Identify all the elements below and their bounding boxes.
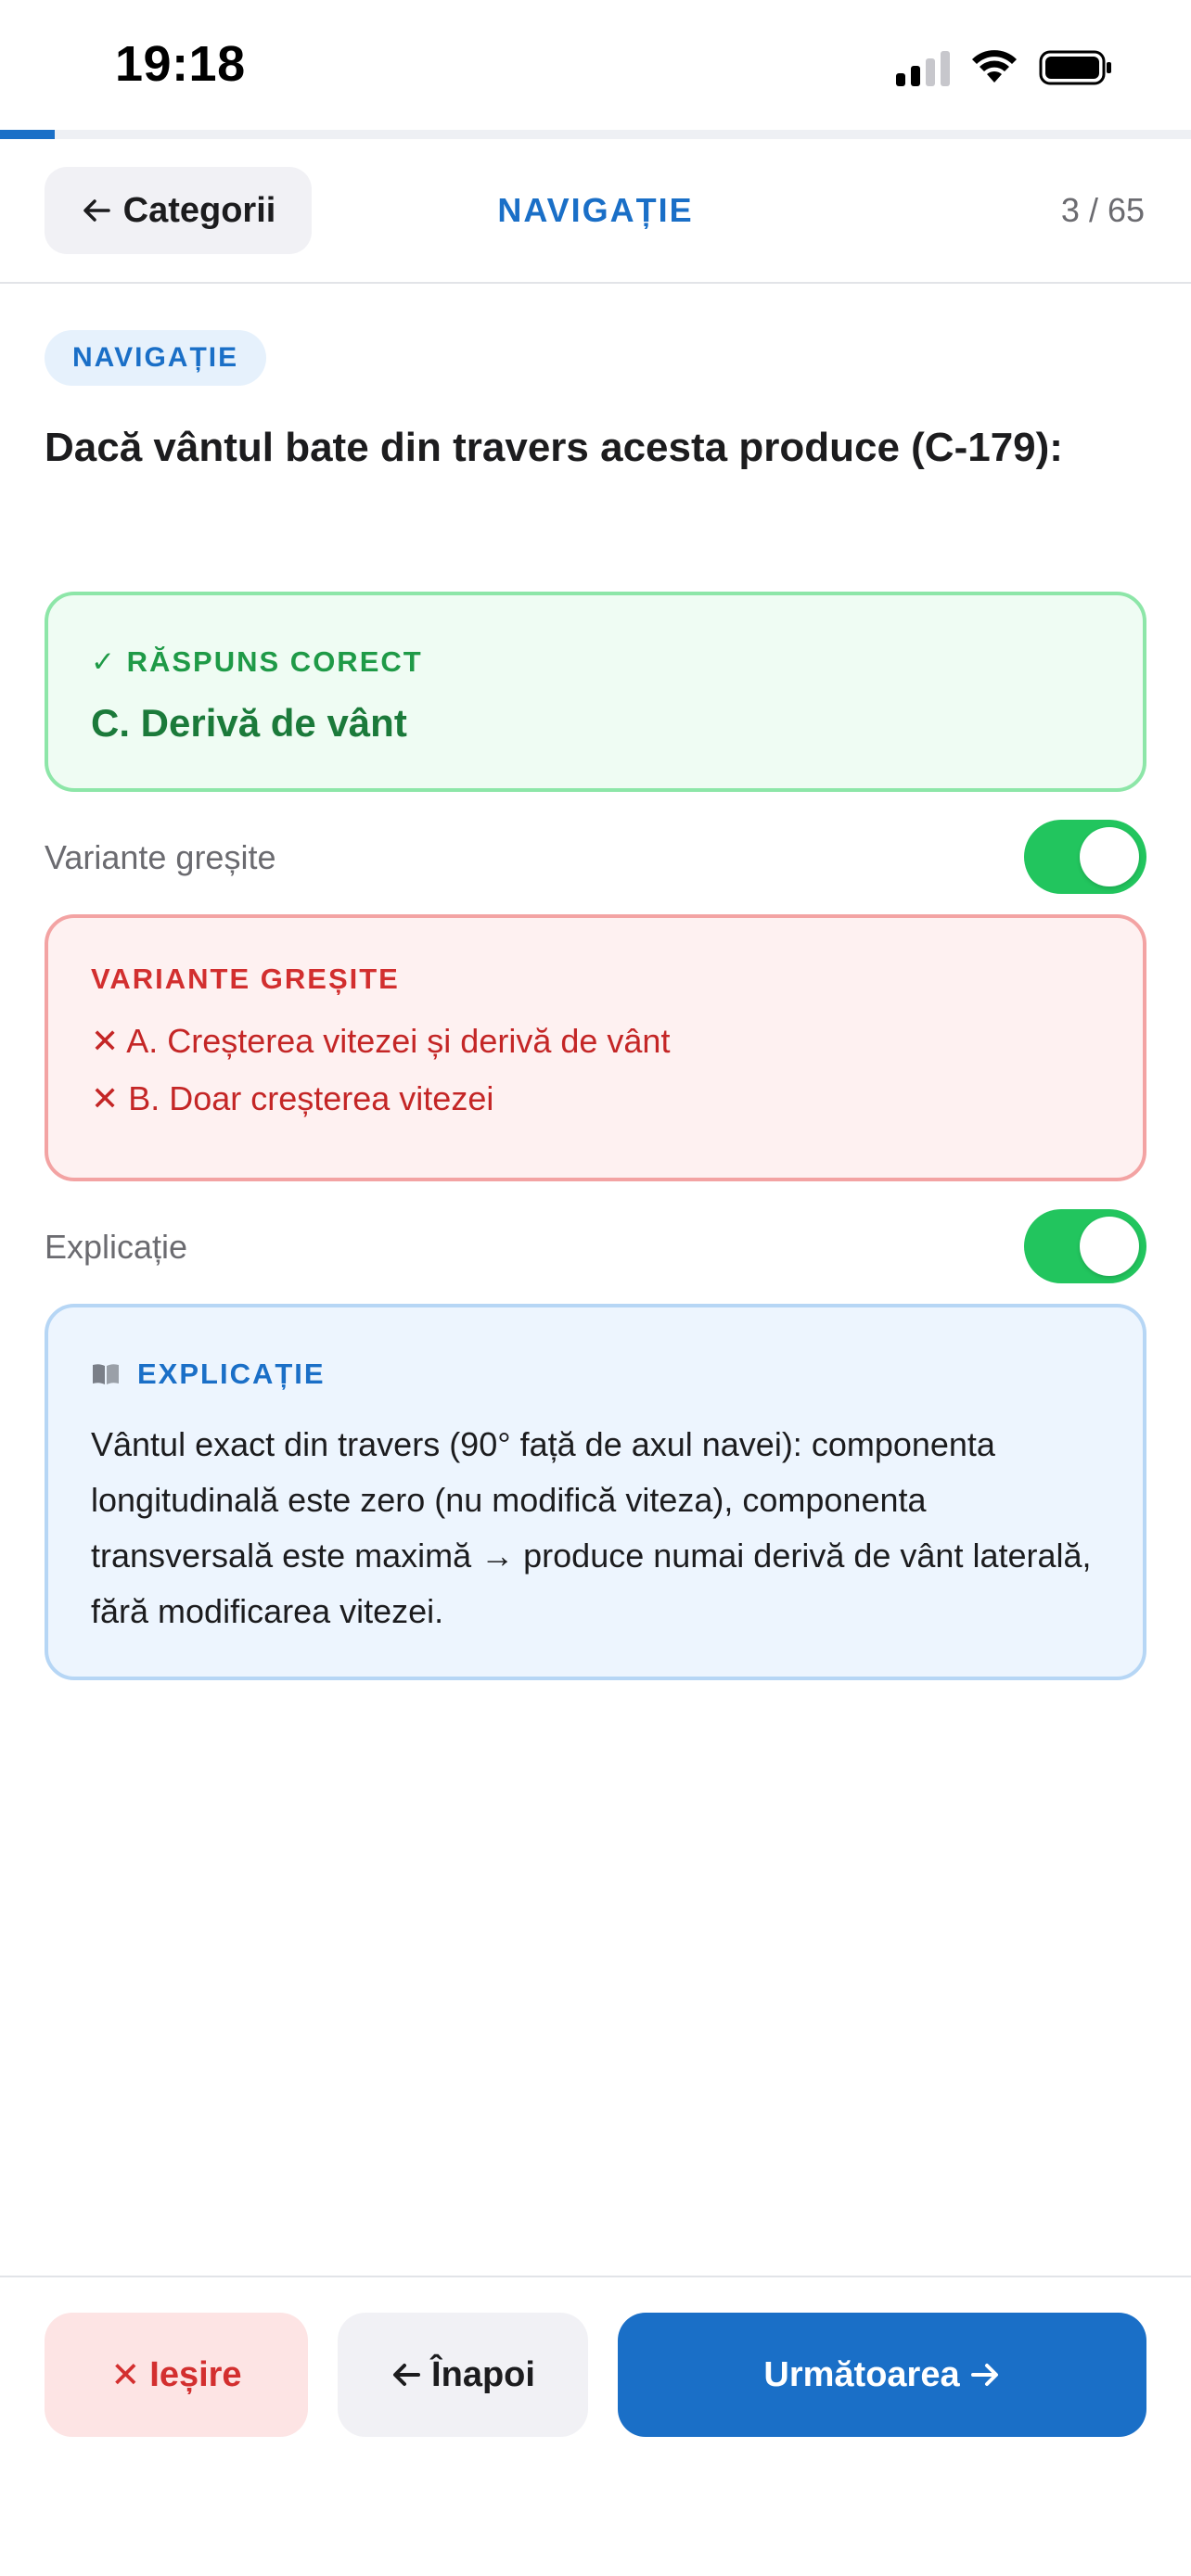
explanation-toggle-row: Explicație <box>45 1209 1146 1283</box>
cellular-signal-icon <box>896 49 950 86</box>
wrong-answer-item: ✕ A. Creșterea vitezei și derivă de vânt <box>91 1022 670 1061</box>
explanation-header: EXPLICAȚIE <box>91 1358 326 1391</box>
bottom-action-bar: ✕ Ieșire Înapoi Următoarea <box>0 2276 1191 2576</box>
explanation-toggle[interactable] <box>1024 1209 1146 1283</box>
wrong-answer-item: ✕ B. Doar creșterea vitezei <box>91 1079 493 1118</box>
next-label: Următoarea <box>763 2354 960 2394</box>
correct-answer-header: ✓ RĂSPUNS CORECT <box>91 645 423 679</box>
wrong-answers-toggle-row: Variante greșite <box>45 820 1146 894</box>
explanation-label: EXPLICAȚIE <box>137 1358 326 1390</box>
correct-answer-text: C. Derivă de vânt <box>91 701 407 745</box>
next-button[interactable]: Următoarea <box>618 2313 1146 2437</box>
cross-icon: ✕ <box>91 1079 120 1117</box>
arrow-right-icon <box>970 2364 998 2386</box>
header: Categorii NAVIGAȚIE 3 / 65 <box>0 139 1191 284</box>
wrong-answer-text: B. Doar creșterea vitezei <box>128 1079 494 1117</box>
page-title: NAVIGAȚIE <box>497 191 694 229</box>
question-counter: 3 / 65 <box>1060 191 1145 229</box>
arrow-left-icon <box>393 2364 421 2386</box>
category-badge: NAVIGAȚIE <box>45 330 267 386</box>
explanation-text: Vântul exact din travers (90° față de ax… <box>91 1425 1092 1630</box>
status-icons <box>896 46 1113 89</box>
correct-answer-card: ✓ RĂSPUNS CORECT C. Derivă de vânt <box>45 592 1146 792</box>
battery-icon <box>1039 50 1111 85</box>
wrong-answers-card: VARIANTE GREȘITE ✕ A. Creșterea vitezei … <box>45 914 1146 1181</box>
question-text: Dacă vântul bate din travers acesta prod… <box>45 425 1063 470</box>
wrong-answers-toggle[interactable] <box>1024 820 1146 894</box>
previous-button[interactable]: Înapoi <box>338 2313 588 2437</box>
wrong-answers-toggle-label: Variante greșite <box>45 838 276 876</box>
correct-answer-label: RĂSPUNS CORECT <box>126 645 423 678</box>
exit-button[interactable]: ✕ Ieșire <box>45 2313 308 2437</box>
book-icon <box>93 1364 119 1384</box>
toggle-knob <box>1080 827 1139 886</box>
cross-icon: ✕ <box>91 1022 120 1060</box>
previous-label: Înapoi <box>431 2354 535 2394</box>
progress-bar <box>0 130 1191 139</box>
exit-label: Ieșire <box>149 2354 242 2394</box>
wrong-answers-label: VARIANTE GREȘITE <box>91 963 400 995</box>
explanation-toggle-label: Explicație <box>45 1228 188 1266</box>
wifi-icon <box>972 50 1017 83</box>
explanation-card: EXPLICAȚIE Vântul exact din travers (90°… <box>45 1304 1146 1680</box>
close-icon: ✕ <box>110 2355 141 2395</box>
checkmark-icon: ✓ <box>91 645 117 678</box>
status-time: 19:18 <box>115 36 246 92</box>
wrong-answer-text: A. Creșterea vitezei și derivă de vânt <box>126 1022 671 1060</box>
progress-fill <box>0 130 56 139</box>
toggle-knob <box>1080 1217 1139 1276</box>
status-bar: 19:18 <box>0 0 1191 130</box>
